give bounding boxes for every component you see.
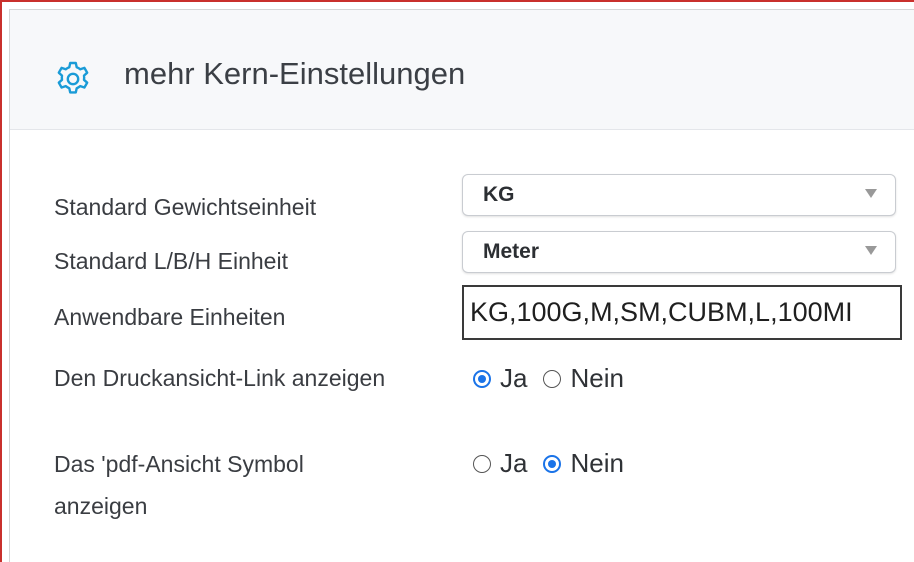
weight-unit-label: Standard Gewichtseinheit bbox=[54, 194, 317, 220]
dimension-unit-value: Meter bbox=[483, 240, 540, 263]
print-link-no-radio[interactable] bbox=[543, 369, 562, 388]
applicable-units-label: Anwendbare Einheiten bbox=[54, 304, 286, 330]
pdf-symbol-yes-label[interactable]: Ja bbox=[500, 448, 527, 479]
weight-unit-select[interactable]: KG bbox=[462, 174, 896, 216]
weight-unit-value: KG bbox=[483, 183, 515, 206]
print-link-yes-radio[interactable] bbox=[473, 369, 491, 388]
pdf-symbol-no-label[interactable]: Nein bbox=[570, 448, 623, 479]
print-link-radio-group: Ja Nein bbox=[473, 363, 640, 394]
pdf-symbol-radio-group: Ja Nein bbox=[473, 448, 640, 479]
chevron-down-icon bbox=[865, 189, 877, 198]
pdf-symbol-yes-radio[interactable] bbox=[473, 454, 491, 473]
print-link-yes-label[interactable]: Ja bbox=[500, 363, 527, 394]
page-title: mehr Kern-Einstellungen bbox=[124, 56, 466, 91]
chevron-down-icon bbox=[865, 246, 877, 255]
gear-icon bbox=[57, 61, 89, 94]
print-link-no-label[interactable]: Nein bbox=[570, 363, 623, 394]
applicable-units-input[interactable]: KG,100G,M,SM,CUBM,L,100MI bbox=[462, 285, 902, 340]
pdf-symbol-label-line2: anzeigen bbox=[54, 493, 148, 519]
dimension-unit-select[interactable]: Meter bbox=[462, 231, 896, 273]
dimension-unit-label: Standard L/B/H Einheit bbox=[54, 248, 288, 274]
print-link-label: Den Druckansicht-Link anzeigen bbox=[54, 365, 386, 391]
pdf-symbol-no-radio[interactable] bbox=[543, 454, 562, 473]
pdf-symbol-label-line1: Das 'pdf-Ansicht Symbol bbox=[54, 451, 304, 477]
